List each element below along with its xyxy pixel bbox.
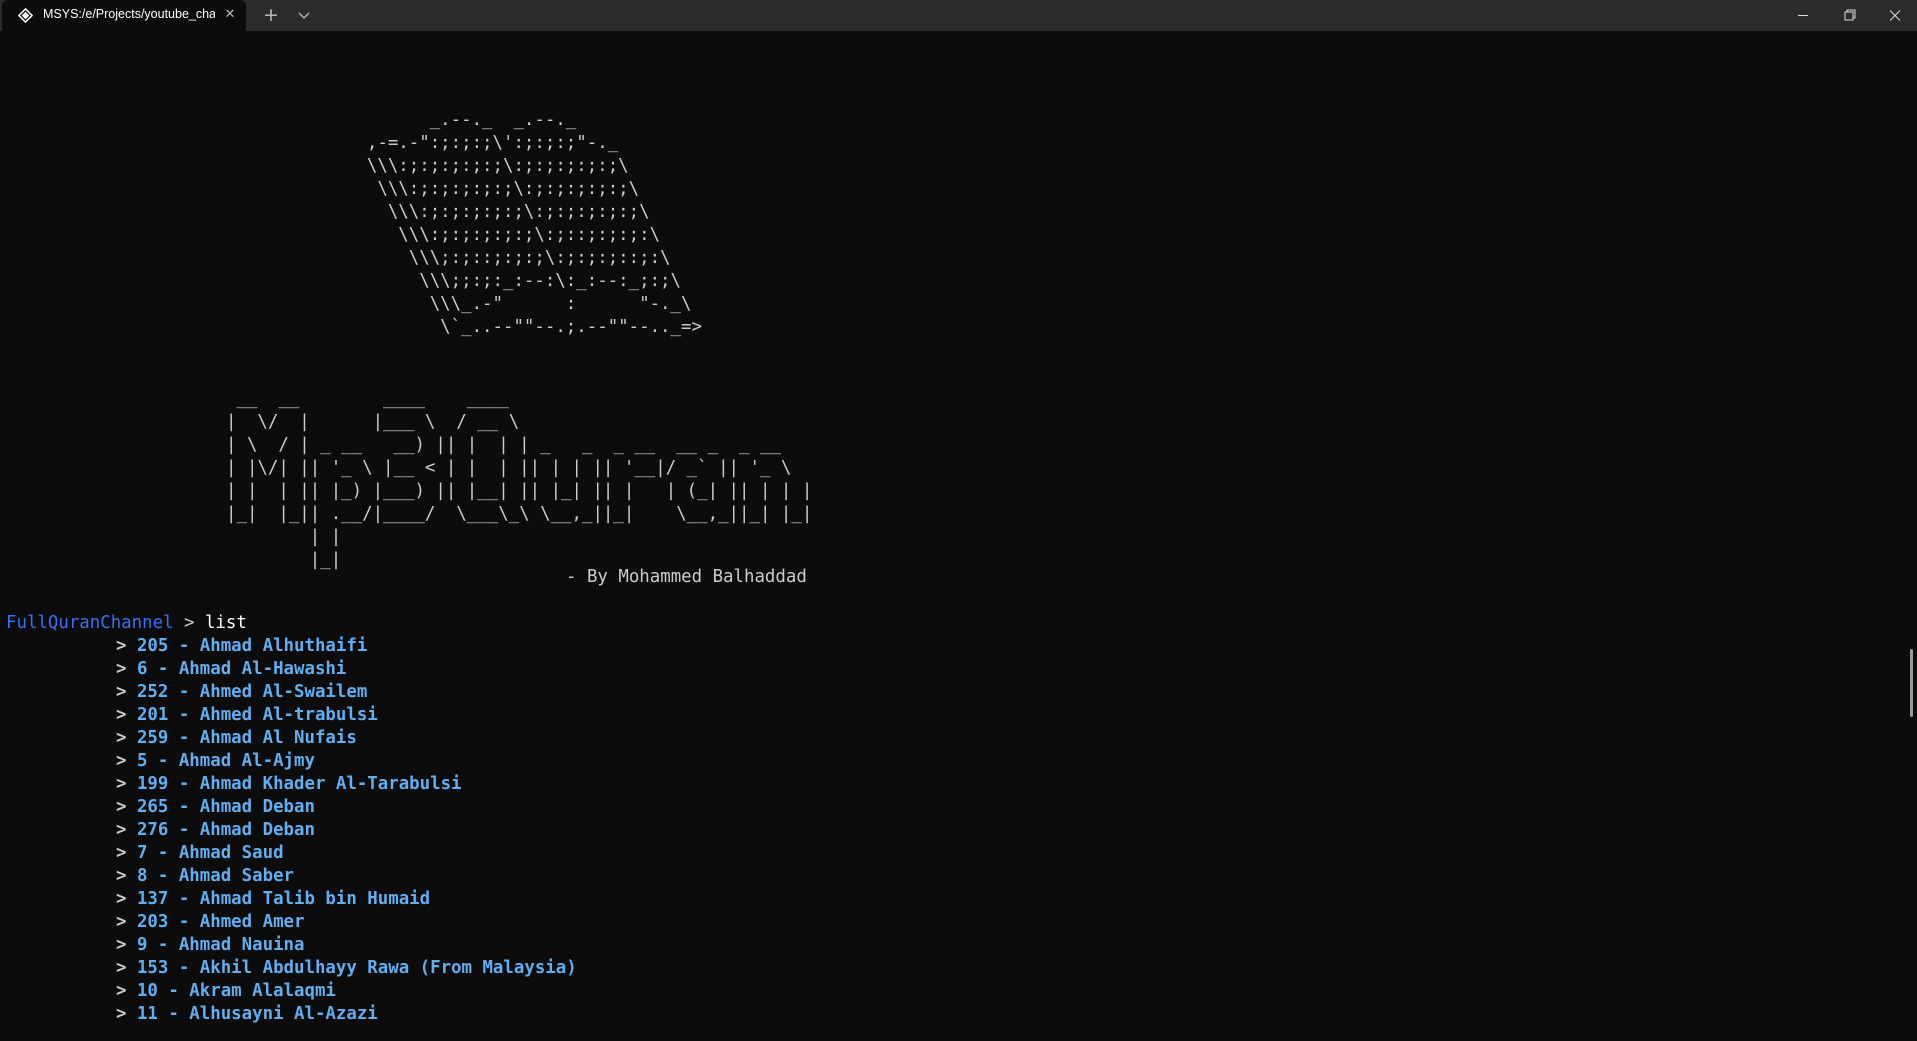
author-byline: - By Mohammed Balhaddad (566, 567, 807, 587)
tab-title: MSYS:/e/Projects/youtube_char (43, 7, 215, 21)
reciter-list: > 205 - Ahmad Alhuthaifi > 6 - Ahmad Al-… (116, 635, 577, 1026)
list-item: > 11 - Alhusayni Al-Azazi (116, 1003, 577, 1026)
tab-msys[interactable]: MSYS:/e/Projects/youtube_char ✕ (2, 0, 246, 31)
reciter-entry: 11 - Alhusayni Al-Azazi (136, 1004, 378, 1024)
reciter-entry: 8 - Ahmad Saber (136, 866, 295, 886)
reciter-entry: 201 - Ahmed Al-trabulsi (136, 705, 378, 725)
reciter-entry: 6 - Ahmad Al-Hawashi (136, 659, 347, 679)
list-item: > 9 - Ahmad Nauina (116, 934, 577, 957)
list-arrow: > (116, 636, 137, 656)
list-item: > 259 - Ahmad Al Nufais (116, 727, 577, 750)
list-arrow: > (116, 682, 137, 702)
reciter-entry: 252 - Ahmed Al-Swailem (136, 682, 368, 702)
terminal-output[interactable]: _.--._ _.--._ ,-=.-":;:;:;\':;:;:;"-._ \… (0, 31, 1917, 1041)
list-arrow: > (116, 958, 137, 978)
reciter-entry: 259 - Ahmad Al Nufais (136, 728, 357, 748)
list-arrow: > (116, 774, 137, 794)
reciter-entry: 199 - Ahmad Khader Al-Tarabulsi (136, 774, 462, 794)
list-arrow: > (116, 797, 137, 817)
list-arrow: > (116, 889, 137, 909)
list-item: > 265 - Ahmad Deban (116, 796, 577, 819)
list-item: > 153 - Akhil Abdulhayy Rawa (From Malay… (116, 957, 577, 980)
list-item: > 6 - Ahmad Al-Hawashi (116, 658, 577, 681)
new-tab-button[interactable]: + (260, 4, 282, 26)
reciter-entry: 9 - Ahmad Nauina (136, 935, 305, 955)
list-item: > 7 - Ahmad Saud (116, 842, 577, 865)
prompt-command: list (204, 613, 247, 633)
list-item: > 252 - Ahmed Al-Swailem (116, 681, 577, 704)
list-arrow: > (116, 751, 137, 771)
reciter-entry: 153 - Akhil Abdulhayy Rawa (From Malaysi… (136, 958, 577, 978)
list-arrow: > (116, 981, 137, 1001)
minimize-icon[interactable] (1780, 0, 1826, 31)
list-arrow: > (116, 1004, 137, 1024)
list-item: > 276 - Ahmad Deban (116, 819, 577, 842)
list-item: > 8 - Ahmad Saber (116, 865, 577, 888)
list-item: > 203 - Ahmed Amer (116, 911, 577, 934)
reciter-entry: 7 - Ahmad Saud (136, 843, 284, 863)
close-icon[interactable] (1872, 0, 1917, 31)
prompt-symbol: > (173, 613, 205, 633)
reciter-entry: 265 - Ahmad Deban (136, 797, 315, 817)
list-item: > 137 - Ahmad Talib bin Humaid (116, 888, 577, 911)
list-item: > 201 - Ahmed Al-trabulsi (116, 704, 577, 727)
reciter-entry: 276 - Ahmad Deban (136, 820, 315, 840)
maximize-icon[interactable] (1826, 0, 1872, 31)
list-arrow: > (116, 843, 137, 863)
list-arrow: > (116, 820, 137, 840)
prompt-channel-name: FullQuranChannel (6, 613, 174, 633)
reciter-entry: 205 - Ahmad Alhuthaifi (136, 636, 368, 656)
quran-book-ascii-art: _.--._ _.--._ ,-=.-":;:;:;\':;:;:;"-._ \… (366, 110, 702, 337)
list-arrow: > (116, 935, 137, 955)
list-item: > 5 - Ahmad Al-Ajmy (116, 750, 577, 773)
scrollbar-thumb[interactable] (1910, 649, 1913, 717)
reciter-entry: 203 - Ahmed Amer (136, 912, 305, 932)
list-arrow: > (116, 705, 137, 725)
command-prompt: FullQuranChannel > list (6, 612, 247, 635)
list-arrow: > (116, 866, 137, 886)
list-item: > 199 - Ahmad Khader Al-Tarabulsi (116, 773, 577, 796)
list-arrow: > (116, 912, 137, 932)
title-bar: MSYS:/e/Projects/youtube_char ✕ + (0, 0, 1917, 31)
close-tab-icon[interactable]: ✕ (222, 7, 238, 23)
list-arrow: > (116, 728, 137, 748)
list-item: > 10 - Akram Alalaqmi (116, 980, 577, 1003)
msys-diamond-icon (18, 8, 33, 23)
reciter-entry: 5 - Ahmad Al-Ajmy (136, 751, 315, 771)
chevron-down-icon[interactable] (293, 4, 315, 26)
reciter-entry: 10 - Akram Alalaqmi (136, 981, 336, 1001)
mp3quran-ascii-logo: __ __ ____ ____ | \/ | |___ \ / __ \ | \… (226, 389, 813, 570)
list-arrow: > (116, 659, 137, 679)
list-item: > 205 - Ahmad Alhuthaifi (116, 635, 577, 658)
reciter-entry: 137 - Ahmad Talib bin Humaid (136, 889, 431, 909)
